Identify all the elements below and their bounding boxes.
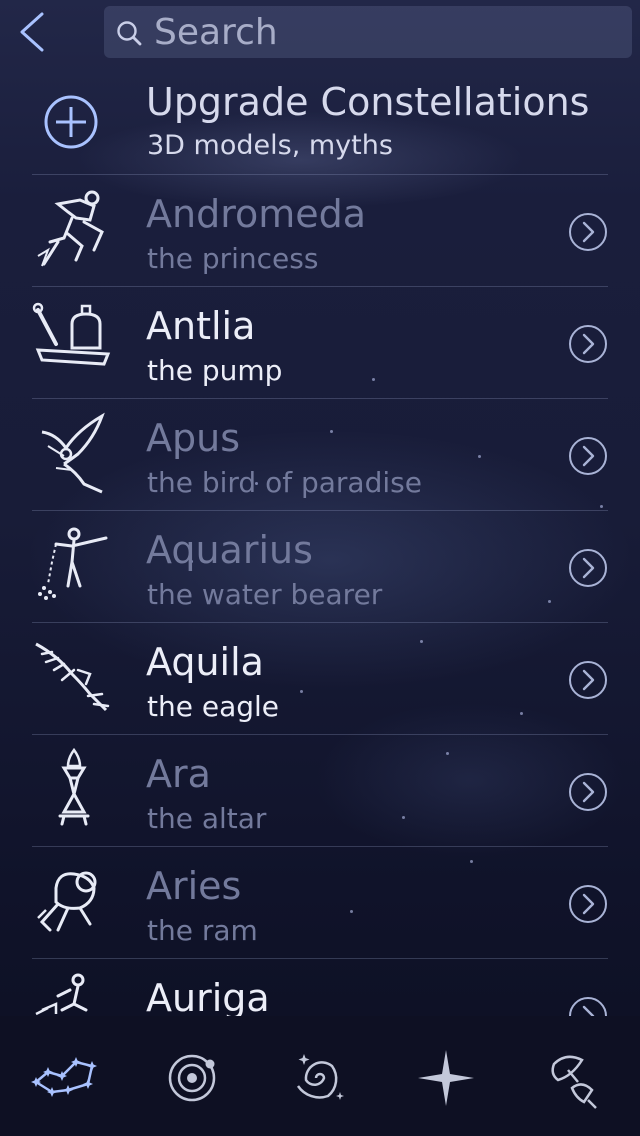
solar-system-icon (168, 1054, 216, 1102)
constellation-row-auriga[interactable]: Auriga (0, 958, 640, 1016)
constellation-name: Andromeda (146, 192, 367, 236)
tab-satellites[interactable] (532, 1042, 616, 1114)
row-divider (32, 398, 608, 399)
row-divider (32, 510, 608, 511)
charioteer-figure-icon (35, 973, 88, 1016)
row-divider (32, 846, 608, 847)
bird-of-paradise-figure-icon (41, 412, 105, 494)
constellation-subtitle: the princess (147, 242, 319, 275)
constellation-name: Auriga (146, 976, 270, 1016)
constellation-subtitle: the eagle (147, 690, 280, 723)
tab-stars[interactable] (404, 1042, 488, 1114)
constellation-row-aries[interactable]: Aries the ram (0, 846, 640, 958)
row-divider (32, 286, 608, 287)
chevron-right-circle-icon (569, 549, 607, 587)
constellation-name: Ara (146, 752, 211, 796)
chevron-right-circle-icon (569, 661, 607, 699)
tab-bar (0, 1016, 640, 1136)
chevron-right-circle-icon (569, 437, 607, 475)
ram-figure-icon (37, 871, 97, 932)
upgrade-title: Upgrade Constellations (146, 80, 590, 124)
constellation-subtitle: the pump (147, 354, 283, 387)
row-divider (32, 958, 608, 959)
constellation-row-aquarius[interactable]: Aquarius the water bearer (0, 510, 640, 622)
constellation-name: Antlia (146, 304, 256, 348)
constellation-name: Aquila (146, 640, 264, 684)
eagle-figure-icon (35, 642, 110, 712)
back-button[interactable] (12, 8, 56, 56)
constellation-name: Aquarius (146, 528, 313, 572)
constellation-row-ara[interactable]: Ara the altar (0, 734, 640, 846)
chevron-right-circle-icon (569, 773, 607, 811)
chevron-right-circle-icon (569, 997, 607, 1016)
search-bar[interactable] (104, 6, 632, 58)
andromeda-figure-icon (37, 190, 104, 267)
chevron-right-circle-icon (569, 885, 607, 923)
water-bearer-figure-icon (38, 527, 108, 600)
chevron-left-icon (20, 12, 44, 52)
row-divider (32, 734, 608, 735)
plus-circle-icon (44, 95, 98, 149)
constellation-row-apus[interactable]: Apus the bird of paradise (0, 398, 640, 510)
constellation-subtitle: the altar (147, 802, 267, 835)
constellation-subtitle: the bird of paradise (147, 466, 422, 499)
constellation-subtitle: the ram (147, 914, 258, 947)
constellation-name: Aries (146, 864, 242, 908)
search-input[interactable] (154, 10, 614, 54)
constellation-row-aquila[interactable]: Aquila the eagle (0, 622, 640, 734)
search-icon (117, 21, 142, 46)
constellation-list[interactable]: Andromeda the princess Antlia the pump Apus t… (0, 174, 640, 1016)
tab-solar-system[interactable] (150, 1042, 234, 1114)
satellites-icon (551, 1055, 597, 1109)
row-divider (32, 174, 608, 175)
altar-figure-icon (58, 747, 90, 826)
tab-deep-sky-galaxy[interactable] (278, 1042, 362, 1114)
stars-icon (418, 1050, 474, 1106)
tab-constellations[interactable] (22, 1042, 106, 1114)
constellation-row-andromeda[interactable]: Andromeda the princess (0, 174, 640, 286)
upgrade-subtitle: 3D models, myths (147, 130, 393, 161)
constellation-row-antlia[interactable]: Antlia the pump (0, 286, 640, 398)
constellation-subtitle: the water bearer (147, 578, 383, 611)
pump-figure-icon (32, 302, 111, 366)
deep-sky-galaxy-icon (296, 1054, 344, 1100)
constellation-name: Apus (146, 416, 240, 460)
row-divider (32, 622, 608, 623)
constellations-icon (31, 1057, 97, 1097)
top-bar (0, 0, 640, 64)
chevron-right-circle-icon (569, 213, 607, 251)
chevron-right-circle-icon (569, 325, 607, 363)
upgrade-constellations-row[interactable]: Upgrade Constellations 3D models, myths (0, 64, 640, 174)
